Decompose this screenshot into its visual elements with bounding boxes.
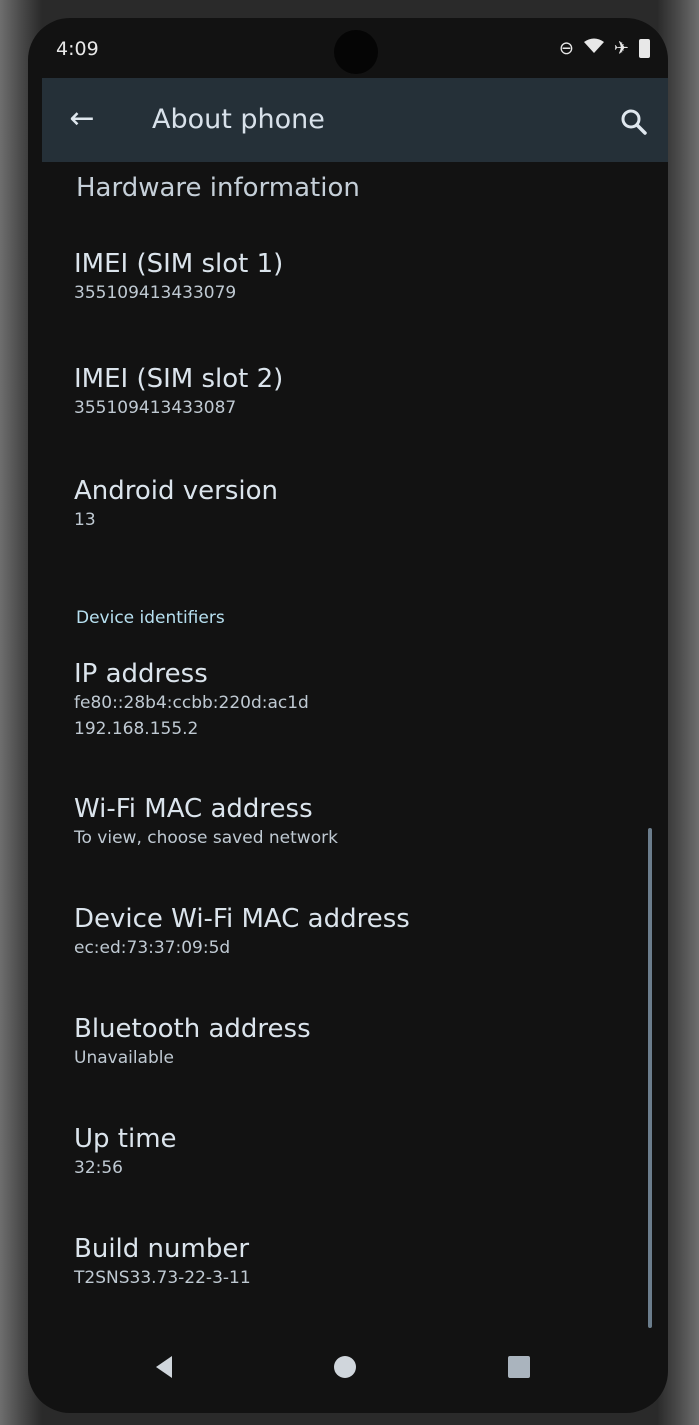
item-title: Wi-Fi MAC address [74, 794, 313, 824]
section-title: Hardware information [76, 173, 360, 203]
phone-frame: 4:09 ⊖ ✈ ← About phone Hardware informat… [0, 0, 699, 1425]
device-identifiers-subheader: Device identifiers [76, 608, 225, 628]
device-wifi-mac-item[interactable]: Device Wi-Fi MAC address ec:ed:73:37:09:… [74, 903, 410, 961]
item-title: Up time [74, 1124, 177, 1154]
status-bar: 4:09 ⊖ ✈ [28, 18, 668, 78]
search-icon [621, 109, 647, 135]
bluetooth-address-item[interactable]: Bluetooth address Unavailable [74, 1013, 311, 1071]
up-time-item[interactable]: Up time 32:56 [74, 1123, 177, 1181]
item-value: ec:ed:73:37:09:5d [74, 938, 231, 958]
camera-cutout [334, 30, 378, 74]
imei-slot-1-item[interactable]: IMEI (SIM slot 1) 355109413433079 [74, 248, 283, 306]
item-title: Bluetooth address [74, 1014, 311, 1044]
build-number-item[interactable]: Build number T2SNS33.73-22-3-11 [74, 1233, 251, 1291]
nav-back-icon[interactable] [156, 1356, 172, 1378]
wifi-mac-item[interactable]: Wi-Fi MAC address To view, choose saved … [74, 793, 338, 851]
android-version-item[interactable]: Android version 13 [74, 475, 278, 533]
wifi-icon [583, 38, 604, 59]
item-value: To view, choose saved network [74, 828, 338, 848]
status-icons: ⊖ ✈ [559, 38, 650, 59]
item-title: Device Wi-Fi MAC address [74, 904, 410, 934]
navigation-bar [28, 1328, 668, 1408]
screen: 4:09 ⊖ ✈ ← About phone Hardware informat… [28, 18, 668, 1413]
item-value: 355109413433087 [74, 398, 237, 418]
item-value: 13 [74, 510, 96, 530]
scrollbar[interactable] [648, 828, 652, 1328]
arrow-left-icon: ← [69, 101, 95, 136]
back-button[interactable]: ← [64, 102, 100, 138]
item-title: IP address [74, 659, 208, 689]
app-bar: ← About phone [42, 78, 668, 162]
search-button[interactable] [614, 102, 654, 142]
item-value: fe80::28b4:ccbb:220d:ac1d [74, 693, 309, 713]
page-title: About phone [152, 104, 325, 135]
nav-home-icon[interactable] [334, 1356, 356, 1378]
item-value: Unavailable [74, 1048, 174, 1068]
item-title: Android version [74, 476, 279, 506]
status-time: 4:09 [56, 38, 99, 60]
item-title: IMEI (SIM slot 1) [74, 249, 284, 279]
airplane-icon: ✈ [613, 37, 629, 59]
nav-recents-icon[interactable] [508, 1356, 530, 1378]
imei-slot-2-item[interactable]: IMEI (SIM slot 2) 355109413433087 [74, 363, 283, 421]
item-title: Build number [74, 1234, 250, 1264]
battery-icon [639, 39, 650, 58]
item-value-secondary: 192.168.155.2 [74, 719, 199, 739]
item-title: IMEI (SIM slot 2) [74, 364, 284, 394]
do-not-disturb-icon: ⊖ [558, 37, 574, 59]
item-value: 355109413433079 [74, 283, 237, 303]
item-value: 32:56 [74, 1158, 123, 1178]
ip-address-item[interactable]: IP address fe80::28b4:ccbb:220d:ac1d 192… [74, 658, 309, 742]
item-value: T2SNS33.73-22-3-11 [74, 1268, 251, 1288]
